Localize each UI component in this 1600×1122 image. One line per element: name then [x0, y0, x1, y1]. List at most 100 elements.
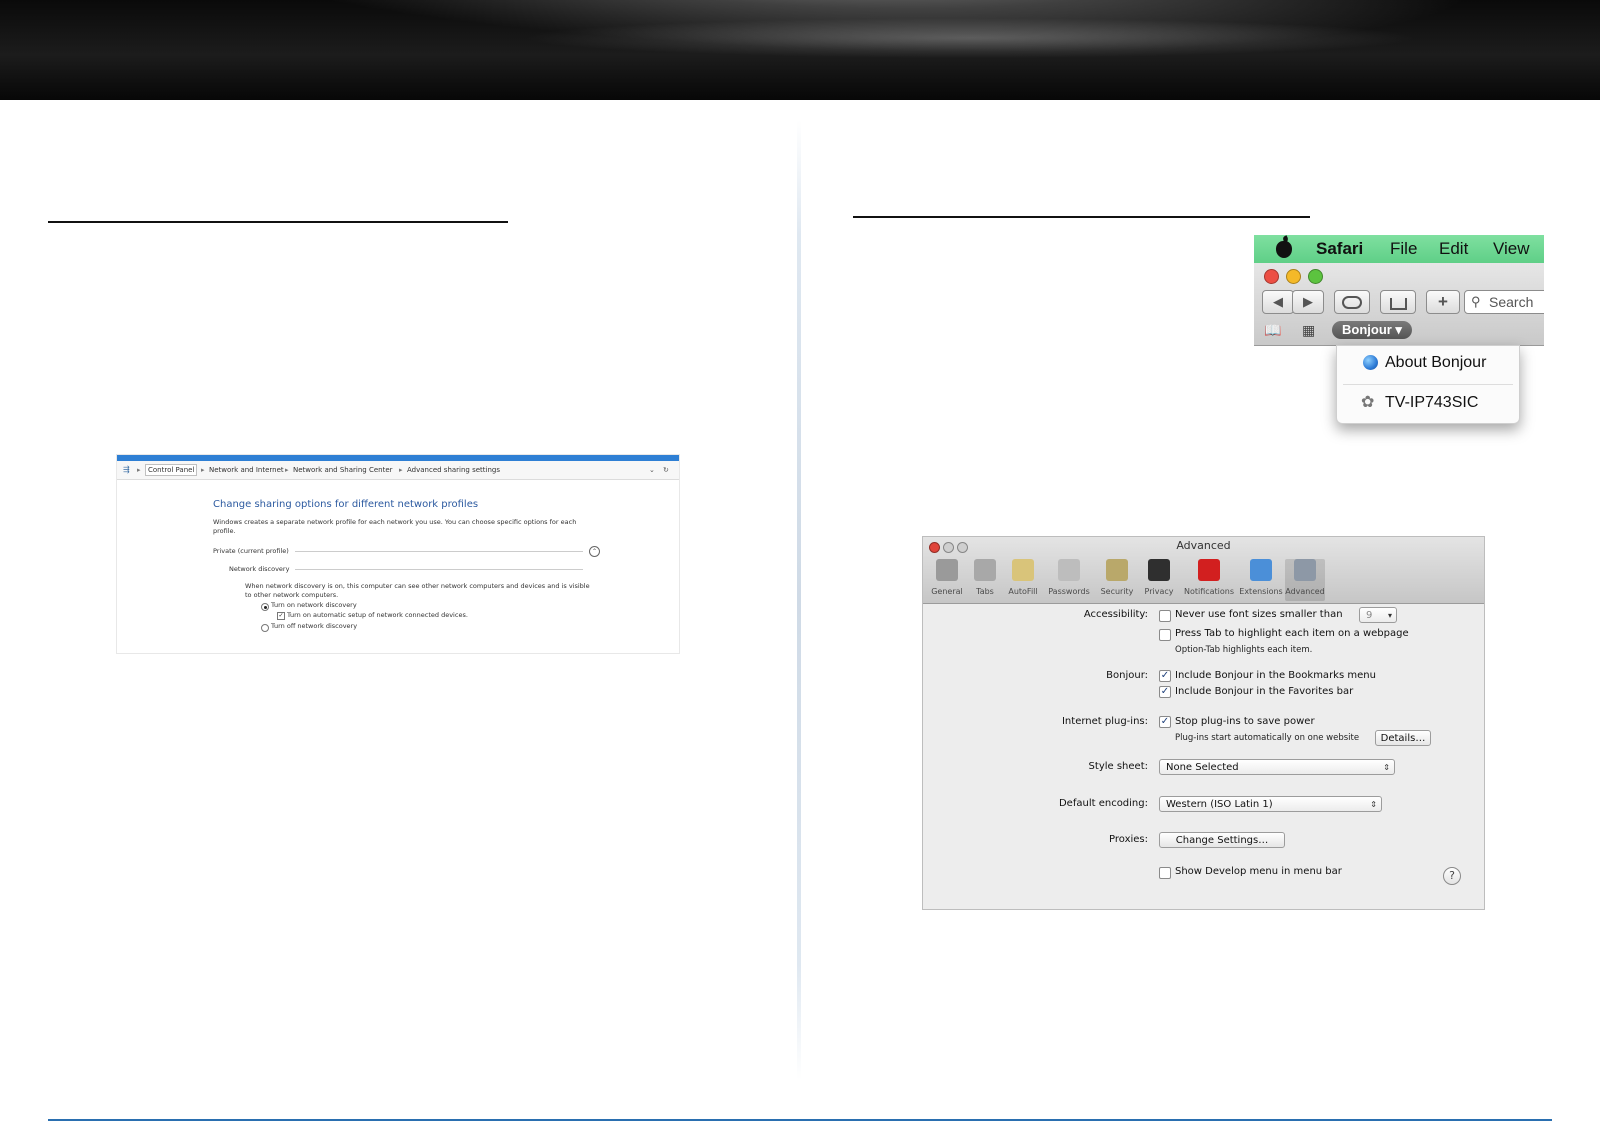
- safari-bonjour-screenshot: Safari File Edit View ◀ ▶ + ⚲ Search 📖 ▦…: [1254, 235, 1544, 452]
- search-placeholder: Search: [1489, 294, 1534, 310]
- search-field[interactable]: ⚲ Search: [1464, 290, 1544, 314]
- page-description: Windows creates a separate network profi…: [213, 518, 577, 535]
- menu-file[interactable]: File: [1390, 235, 1417, 263]
- pane-advanced[interactable]: Advanced: [1285, 559, 1325, 601]
- address-bar[interactable]: ⇶ ▸ Control Panel ▸ Network and Internet…: [117, 461, 679, 480]
- gear-icon: [1294, 559, 1316, 581]
- encoding-select[interactable]: Western (ISO Latin 1) ⇕: [1159, 796, 1382, 812]
- bonjour-bookmarks-checkbox[interactable]: ✓: [1159, 670, 1171, 682]
- bonjour-bookmarks-text: Include Bonjour in the Bookmarks menu: [1175, 670, 1376, 681]
- windows-sharing-screenshot: ⇶ ▸ Control Panel ▸ Network and Internet…: [116, 454, 680, 654]
- left-heading-rule: [48, 221, 508, 223]
- plugins-note: Plug-ins start automatically on one webs…: [1175, 733, 1360, 743]
- collapse-icon[interactable]: ⌃: [589, 546, 600, 557]
- safari-toolbar: ◀ ▶ + ⚲ Search 📖 ▦ Bonjour ▾: [1254, 263, 1544, 346]
- pane-label: AutoFill: [1008, 587, 1038, 596]
- checkbox-auto-setup[interactable]: ✓: [277, 612, 285, 620]
- pane-privacy[interactable]: Privacy: [1139, 559, 1179, 601]
- menu-safari[interactable]: Safari: [1316, 235, 1363, 263]
- pane-autofill[interactable]: AutoFill: [1003, 559, 1043, 601]
- pane-label: Notifications: [1183, 587, 1235, 596]
- change-settings-button[interactable]: Change Settings…: [1159, 832, 1285, 848]
- menu-item-label: About Bonjour: [1385, 354, 1487, 371]
- encoding-label: Default encoding:: [1058, 798, 1148, 809]
- press-tab-checkbox[interactable]: [1159, 629, 1171, 641]
- stop-plugins-checkbox[interactable]: ✓: [1159, 716, 1171, 728]
- menu-item-camera[interactable]: ✿ TV-IP743SIC: [1337, 388, 1519, 418]
- minimize-button[interactable]: [1286, 269, 1301, 284]
- right-heading-rule: [853, 216, 1310, 218]
- bonjour-icon: ✿: [1361, 394, 1375, 411]
- apple-logo-icon[interactable]: [1276, 241, 1292, 258]
- back-button[interactable]: ◀: [1262, 290, 1294, 314]
- stepper-icon: ▾: [1387, 611, 1392, 620]
- share-button[interactable]: [1380, 290, 1416, 314]
- breadcrumb-control-panel[interactable]: Control Panel: [145, 464, 198, 476]
- chevron-right-icon: ▸: [285, 466, 289, 474]
- cloud-icon: [1342, 296, 1362, 309]
- section-label: Network discovery: [229, 565, 290, 573]
- notifications-icon: [1198, 559, 1220, 581]
- bonjour-label: Bonjour:: [1106, 670, 1148, 681]
- icloud-tabs-button[interactable]: [1334, 290, 1370, 314]
- pane-extensions[interactable]: Extensions: [1239, 559, 1283, 601]
- menu-view[interactable]: View: [1493, 235, 1530, 263]
- zoom-button[interactable]: [1308, 269, 1323, 284]
- style-sheet-label: Style sheet:: [1088, 761, 1148, 772]
- preferences-toolbar: Advanced General Tabs AutoFill Passwords…: [923, 537, 1484, 604]
- menu-item-label: TV-IP743SIC: [1385, 394, 1479, 411]
- stop-plugins-text: Stop plug-ins to save power: [1175, 716, 1315, 727]
- plugins-label: Internet plug-ins:: [1061, 716, 1148, 727]
- refresh-icon[interactable]: ↻: [663, 461, 669, 479]
- general-icon: [936, 559, 958, 581]
- close-button[interactable]: [1264, 269, 1279, 284]
- breadcrumb-network-internet[interactable]: Network and Internet: [209, 461, 284, 479]
- chevron-down-icon[interactable]: ⌄: [649, 461, 655, 479]
- chevron-right-icon: ▸: [201, 466, 205, 474]
- lock-icon: [1106, 559, 1128, 581]
- bonjour-dropdown-menu: About Bonjour ✿ TV-IP743SIC: [1336, 345, 1520, 424]
- radio-turn-on[interactable]: [261, 603, 269, 611]
- accessibility-label: Accessibility:: [1083, 609, 1148, 620]
- pane-notifications[interactable]: Notifications: [1184, 559, 1234, 601]
- bonjour-favorites-checkbox[interactable]: ✓: [1159, 686, 1171, 698]
- puzzle-icon: [1250, 559, 1272, 581]
- safari-advanced-preferences-screenshot: Advanced General Tabs AutoFill Passwords…: [922, 536, 1485, 910]
- column-divider: [797, 120, 801, 1080]
- new-tab-button[interactable]: +: [1426, 290, 1460, 314]
- profile-divider: [295, 551, 583, 552]
- develop-menu-checkbox[interactable]: [1159, 867, 1171, 879]
- chevron-right-icon: ▸: [137, 466, 141, 474]
- section-description: When network discovery is on, this compu…: [245, 582, 590, 599]
- min-font-text: Never use font sizes smaller than: [1175, 609, 1343, 620]
- section-divider: [295, 569, 583, 570]
- top-sites-icon[interactable]: ▦: [1302, 322, 1315, 339]
- menu-item-about-bonjour[interactable]: About Bonjour: [1337, 348, 1519, 378]
- pane-passwords[interactable]: Passwords: [1048, 559, 1090, 601]
- select-arrows-icon: ⇕: [1383, 763, 1390, 772]
- pane-security[interactable]: Security: [1097, 559, 1137, 601]
- details-button[interactable]: Details…: [1375, 730, 1431, 746]
- min-font-size-select[interactable]: 9 ▾: [1359, 607, 1397, 623]
- header-highlight-secondary: [520, 18, 1420, 58]
- bookmarks-icon[interactable]: 📖: [1264, 322, 1281, 339]
- pane-label: Privacy: [1144, 587, 1174, 596]
- min-font-checkbox[interactable]: [1159, 610, 1171, 622]
- help-button[interactable]: ?: [1443, 867, 1461, 885]
- autofill-icon: [1012, 559, 1034, 581]
- encoding-value: Western (ISO Latin 1): [1166, 799, 1273, 810]
- breadcrumb-advanced-sharing[interactable]: Advanced sharing settings: [407, 461, 500, 479]
- forward-button[interactable]: ▶: [1292, 290, 1324, 314]
- menu-edit[interactable]: Edit: [1439, 235, 1468, 263]
- style-sheet-select[interactable]: None Selected ⇕: [1159, 759, 1395, 775]
- pane-label: Advanced: [1285, 587, 1325, 596]
- footer-rule: [48, 1119, 1552, 1121]
- proxies-label: Proxies:: [1109, 834, 1148, 845]
- chevron-right-icon: ▸: [399, 466, 403, 474]
- profile-label[interactable]: Private (current profile): [213, 547, 289, 555]
- bonjour-favorites-button[interactable]: Bonjour ▾: [1332, 321, 1412, 339]
- header-banner: [0, 0, 1600, 100]
- radio-turn-off[interactable]: [261, 624, 269, 632]
- breadcrumb-sharing-center[interactable]: Network and Sharing Center: [293, 461, 393, 479]
- window-title: Advanced: [1176, 539, 1231, 552]
